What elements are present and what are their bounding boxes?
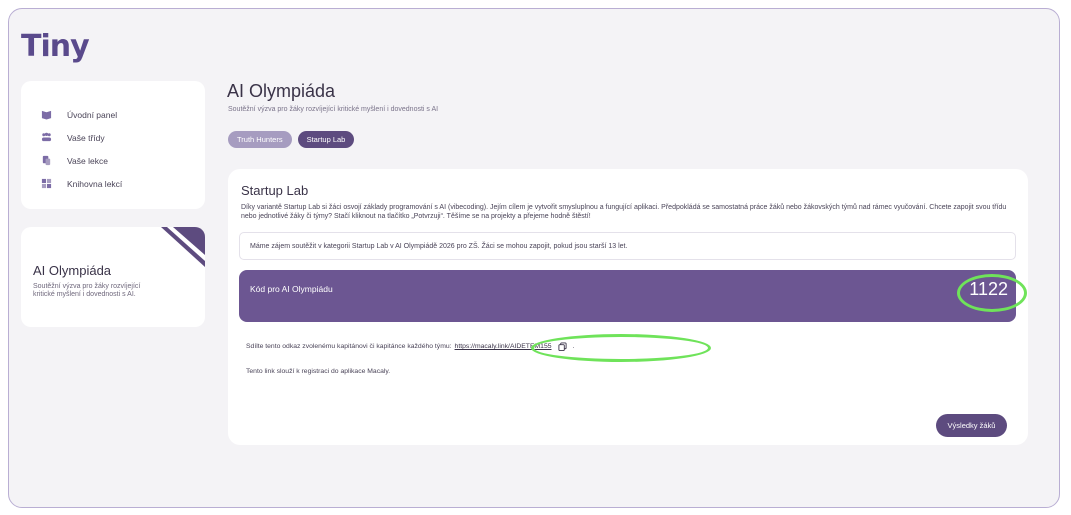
sidebar-item-lessons[interactable]: Vaše lekce (41, 149, 205, 172)
people-icon (41, 132, 52, 142)
student-results-button[interactable]: Výsledky žáků (936, 414, 1007, 437)
share-text: Sdílte tento odkaz zvolenému kapitánovi … (246, 343, 452, 350)
sidebar-nav: Úvodní panel Vaše třídy Vaše lekce Kniho… (21, 81, 205, 209)
page-title: AI Olympiáda (227, 81, 336, 101)
olympiad-promo-card[interactable]: AI Olympiáda Soutěžní výzva pro žáky roz… (21, 227, 205, 327)
registration-notice: Máme zájem soutěžit v kategorii Startup … (239, 232, 1016, 260)
sidebar-item-label: Úvodní panel (67, 109, 118, 120)
dashboard-icon (41, 110, 52, 120)
sidebar-item-label: Vaše lekce (67, 155, 108, 166)
sidebar-item-classes[interactable]: Vaše třídy (41, 126, 205, 149)
olympiad-code-bar: Kód pro AI Olympiádu 1122 (239, 270, 1027, 322)
app-window: Tiny Úvodní panel Vaše třídy Vaše lekce (8, 8, 1060, 508)
link-highlight-ring (531, 334, 711, 362)
section-title: Startup Lab (241, 183, 309, 198)
share-row: Sdílte tento odkaz zvolenému kapitánovi … (246, 342, 574, 351)
startup-lab-card: Startup Lab Díky variantě Startup Lab si… (228, 169, 1028, 445)
sidebar-item-library[interactable]: Knihovna lekcí (41, 172, 205, 195)
page-subtitle: Soutěžní výzva pro žáky rozvíjející krit… (228, 106, 439, 113)
promo-text: Soutěžní výzva pro žáky rozvíjející krit… (33, 283, 141, 299)
sidebar-item-label: Knihovna lekcí (67, 178, 123, 189)
code-highlight-ring (957, 274, 1027, 312)
registration-info: Tento link slouží k registraci do aplika… (246, 368, 391, 375)
corner-ribbon-icon (161, 227, 205, 267)
library-icon (41, 178, 52, 189)
sidebar-item-dashboard[interactable]: Úvodní panel (41, 103, 205, 126)
sidebar-item-label: Vaše třídy (67, 132, 105, 143)
tab-truth-hunters[interactable]: Truth Hunters (228, 131, 292, 148)
lesson-icon (42, 155, 51, 166)
section-description: Díky variantě Startup Lab si žáci osvojí… (241, 204, 1007, 220)
code-label: Kód pro AI Olympiádu (250, 284, 333, 294)
category-tabs: Truth Hunters Startup Lab (228, 131, 355, 148)
app-logo[interactable]: Tiny (21, 29, 90, 64)
notice-text: Máme zájem soutěžit v kategorii Startup … (250, 242, 628, 250)
tab-startup-lab[interactable]: Startup Lab (297, 131, 355, 148)
